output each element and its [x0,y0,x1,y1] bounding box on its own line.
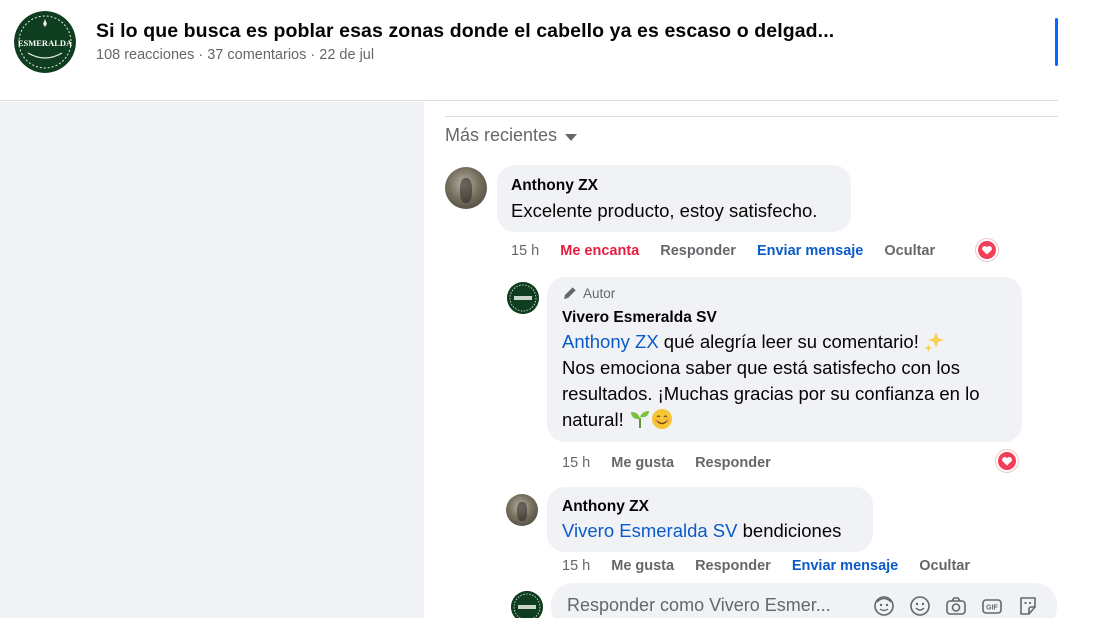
like-button[interactable]: Me gusta [611,455,674,471]
reply-actions: 15 h Me gusta Responder [562,455,792,471]
page-avatar[interactable] [507,282,539,314]
avatar[interactable] [445,167,487,209]
camera-icon[interactable] [945,595,967,617]
seedling-emoji [630,411,649,428]
post-meta: 108 reacciones · 37 comentarios · 22 de … [96,47,375,63]
comment-time[interactable]: 15 h [511,243,539,259]
reply-time[interactable]: 15 h [562,558,590,574]
reply-author[interactable]: Anthony ZX [562,498,649,516]
mention-link[interactable]: Vivero Esmeralda SV [562,520,738,541]
love-reaction-button[interactable]: Me encanta [560,243,639,259]
svg-text:GIF: GIF [986,605,998,612]
gif-icon[interactable]: GIF [981,595,1003,617]
sort-dropdown[interactable]: Más recientes [445,125,578,146]
sparkles-emoji [924,332,944,352]
reply-text-line1: qué alegría leer su comentario! [658,331,924,352]
reply-composer[interactable]: GIF [551,583,1057,618]
page-logo-avatar[interactable]: ESMERALDA [14,11,76,73]
post-title[interactable]: Si lo que busca es poblar esas zonas don… [96,20,834,43]
divider [445,116,1058,117]
mention-link[interactable]: Anthony ZX [562,331,659,352]
logo-text: ESMERALDA [18,38,73,48]
reply-button[interactable]: Responder [660,243,736,259]
screen: ESMERALDA Si lo que busca es poblar esas… [0,0,1110,618]
author-badge-label: Autor [583,285,616,301]
reply-author[interactable]: Vivero Esmeralda SV [562,309,717,327]
reply-text-body: bendiciones [737,520,842,541]
reply-time[interactable]: 15 h [562,455,590,471]
hide-button[interactable]: Ocultar [884,243,935,259]
emoji-icon[interactable] [909,595,931,617]
reply-text: Anthony ZX qué alegría leer su comentari… [562,329,1012,433]
caret-down-icon [565,133,578,141]
sticker-icon[interactable] [1017,595,1039,617]
comment-text: Excelente producto, estoy satisfecho. [511,200,818,221]
author-badge: Autor [562,285,615,301]
smile-emoji [651,409,672,429]
pencil-icon [564,286,577,299]
reply-bubble: Autor Vivero Esmeralda SV Anthony ZX qué… [547,277,1022,442]
send-message-button[interactable]: Enviar mensaje [757,243,863,259]
comment-actions: 15 h Me encanta Responder Enviar mensaje… [511,243,956,259]
scroll-accent [1055,18,1058,66]
reply-button[interactable]: Responder [695,455,771,471]
media-panel [0,102,424,618]
sort-label: Más recientes [445,125,558,145]
avatar[interactable] [506,494,538,526]
heart-reaction-icon[interactable] [996,450,1018,472]
comment-bubble: Anthony ZX Excelente producto, estoy sat… [497,165,851,232]
send-message-button[interactable]: Enviar mensaje [792,558,898,574]
reply-text-line4: natural! [562,409,629,430]
avatar-icon[interactable] [873,595,895,617]
reply-input[interactable] [567,595,867,616]
like-button[interactable]: Me gusta [611,558,674,574]
reply-text: Vivero Esmeralda SV bendiciones [562,518,841,544]
reply-actions: 15 h Me gusta Responder Enviar mensaje O… [562,558,991,574]
reply-text-line2: Nos emociona saber que está satisfecho c… [562,357,960,378]
post-header: ESMERALDA Si lo que busca es poblar esas… [0,0,1058,101]
reply-text-line3: resultados. ¡Muchas gracias por su confi… [562,383,980,404]
composer-tools: GIF [873,595,1039,617]
heart-reaction-icon[interactable] [976,239,998,261]
page-avatar[interactable] [511,591,543,618]
reply-bubble: Anthony ZX Vivero Esmeralda SV bendicion… [547,487,873,552]
hide-button[interactable]: Ocultar [919,558,970,574]
reply-button[interactable]: Responder [695,558,771,574]
comment-author[interactable]: Anthony ZX [511,177,598,195]
